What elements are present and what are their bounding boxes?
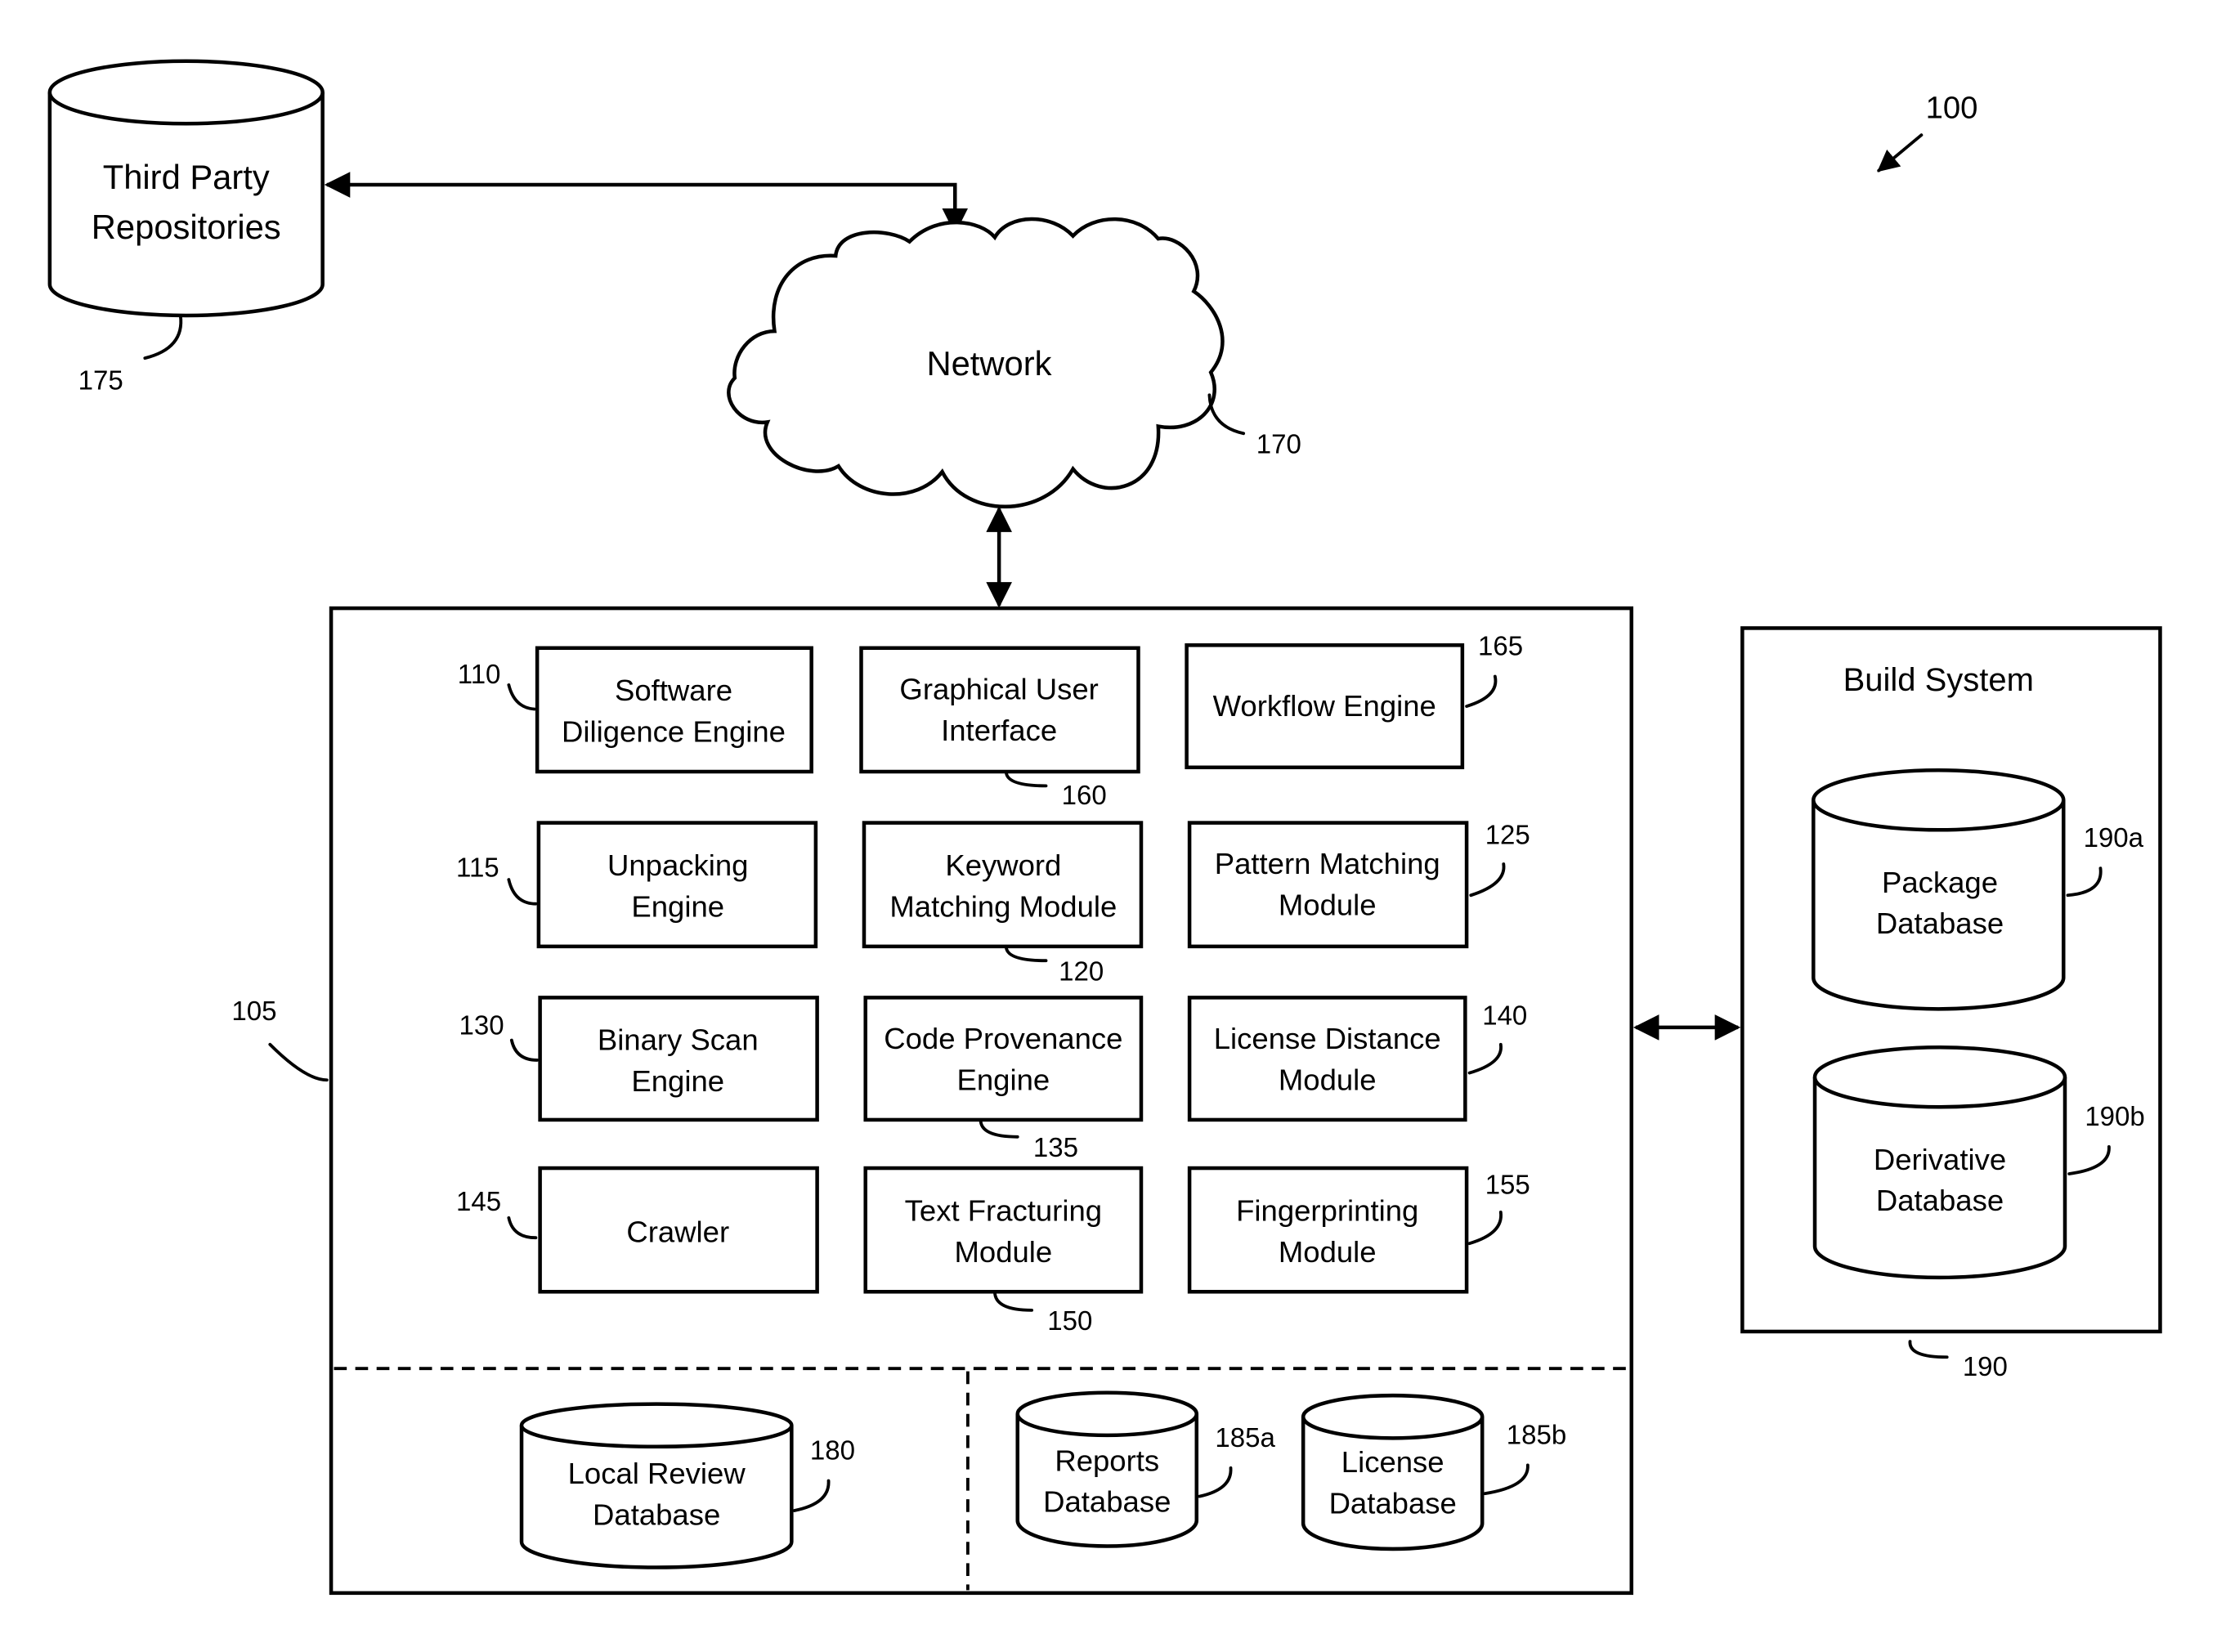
ref-number: 170 bbox=[1256, 429, 1301, 459]
ref-number: 165 bbox=[1478, 630, 1523, 660]
software-diligence-system: 105 Software Diligence Engine 110 Graphi… bbox=[231, 606, 1634, 1596]
cylinder-top bbox=[47, 59, 325, 126]
module-label: Module bbox=[954, 1235, 1052, 1269]
module-label: Graphical User bbox=[899, 672, 1098, 705]
ref-number: 130 bbox=[459, 1010, 504, 1041]
module-label: Matching Module bbox=[889, 889, 1117, 923]
module-label: Fingerprinting bbox=[1236, 1193, 1418, 1227]
module-label: Module bbox=[1279, 889, 1377, 922]
ref-number: 120 bbox=[1059, 956, 1104, 987]
ref-number: 155 bbox=[1485, 1169, 1530, 1199]
network-cloud: Network 170 bbox=[727, 217, 1301, 509]
db-label: Database bbox=[1876, 1184, 2004, 1217]
repositories-network-connector bbox=[324, 172, 969, 235]
module-label: Module bbox=[1279, 1063, 1377, 1096]
db-label: Derivative bbox=[1874, 1143, 2006, 1176]
ref-number: 180 bbox=[810, 1435, 855, 1465]
ref-number: 135 bbox=[1033, 1132, 1078, 1162]
db-label: Database bbox=[1876, 907, 2004, 940]
db-label-line1: Third Party bbox=[103, 158, 270, 196]
module-label: Code Provenance bbox=[884, 1022, 1122, 1055]
module-label: Unpacking bbox=[607, 848, 748, 882]
ref-number: 190b bbox=[2085, 1101, 2144, 1131]
module-label: Keyword bbox=[945, 848, 1061, 882]
module-label: Crawler bbox=[626, 1215, 729, 1248]
module-label: Pattern Matching bbox=[1215, 847, 1440, 880]
module-label: Engine bbox=[957, 1063, 1050, 1096]
ref-number: 125 bbox=[1485, 820, 1530, 850]
ref-number: 110 bbox=[458, 659, 501, 689]
ref-number: 185a bbox=[1215, 1422, 1275, 1453]
ref-number: 175 bbox=[78, 365, 123, 395]
db-label: Database bbox=[1043, 1485, 1171, 1519]
module-label: Interface bbox=[941, 714, 1057, 747]
ref-number: 115 bbox=[456, 853, 499, 883]
module-label: Software bbox=[615, 674, 732, 707]
figure-pointer-arrow bbox=[1877, 133, 1924, 172]
db-label: Reports bbox=[1055, 1444, 1159, 1477]
ref-number: 160 bbox=[1062, 780, 1107, 810]
module-label: Workflow Engine bbox=[1213, 689, 1436, 723]
module-label: Text Fracturing bbox=[905, 1193, 1102, 1227]
db-label: Package bbox=[1882, 866, 1998, 899]
system-diagram: 100 Third Party Repositories 175 Network… bbox=[47, 59, 2162, 1596]
build-system-ref-number: 190 bbox=[1963, 1351, 2008, 1381]
ref-number: 140 bbox=[1482, 1000, 1527, 1030]
ref-number: 150 bbox=[1047, 1305, 1092, 1336]
ref-number: 185b bbox=[1507, 1419, 1566, 1449]
db-label: License bbox=[1341, 1445, 1444, 1479]
db-label: Database bbox=[593, 1498, 720, 1531]
figure-reference: 100 bbox=[1877, 90, 1978, 172]
ref-leader bbox=[268, 1042, 329, 1082]
module-label: License Distance bbox=[1214, 1022, 1441, 1055]
module-label: Engine bbox=[631, 1064, 724, 1098]
network-label: Network bbox=[926, 344, 1051, 383]
module-label: Module bbox=[1279, 1235, 1377, 1269]
system-ref-number: 105 bbox=[231, 996, 276, 1026]
db-label: Database bbox=[1329, 1486, 1457, 1520]
build-system-title: Build System bbox=[1843, 662, 2034, 698]
module-label: Engine bbox=[631, 889, 724, 923]
cylinder-body bbox=[47, 92, 325, 318]
db-label: Local Review bbox=[568, 1457, 746, 1490]
db-label-line2: Repositories bbox=[92, 208, 281, 246]
ref-leader bbox=[143, 314, 183, 360]
module-label: Binary Scan bbox=[598, 1023, 759, 1057]
module-label: Diligence Engine bbox=[562, 714, 786, 748]
ref-number: 190a bbox=[2084, 822, 2144, 853]
ref-leader bbox=[1908, 1340, 1949, 1359]
build-system: Build System Package Database 190a Deriv… bbox=[1740, 626, 2162, 1381]
ref-number: 145 bbox=[456, 1186, 501, 1216]
figure-number: 100 bbox=[1926, 90, 1978, 125]
third-party-repositories-db: Third Party Repositories 175 bbox=[47, 59, 325, 395]
